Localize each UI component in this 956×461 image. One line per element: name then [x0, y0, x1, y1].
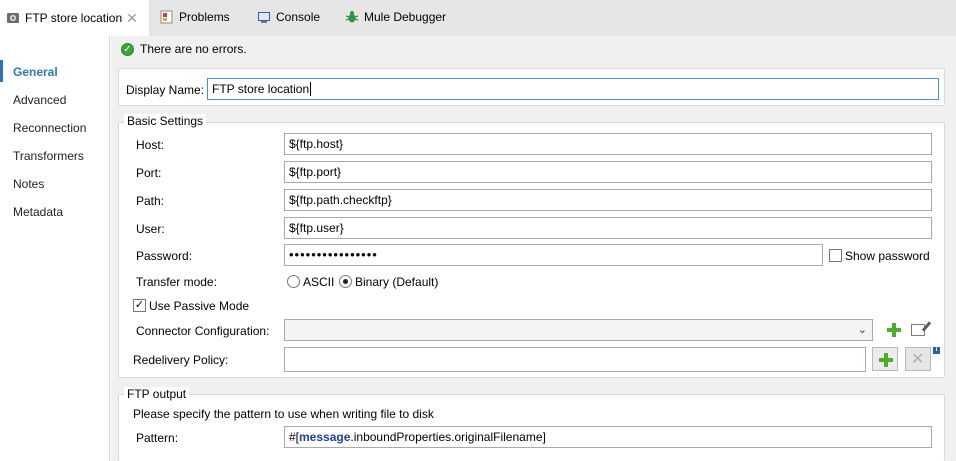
tab-label: FTP store location	[25, 11, 123, 25]
editor-tab-bar: FTP store location ✕ Problems Console Mu…	[0, 0, 956, 36]
add-redelivery-button[interactable]	[872, 347, 898, 371]
pattern-keyword: message	[299, 430, 351, 444]
redelivery-policy-label: Redelivery Policy:	[133, 353, 229, 367]
transfer-mode-label: Transfer mode:	[136, 275, 217, 289]
pattern-prefix: #[	[289, 430, 300, 444]
binary-radio[interactable]	[339, 275, 352, 288]
show-password-checkbox[interactable]	[829, 249, 842, 262]
passive-mode-checkbox[interactable]: ✓	[133, 299, 146, 312]
vertical-scrollbar[interactable]	[946, 36, 956, 461]
properties-nav: General Advanced Reconnection Transforme…	[0, 36, 110, 461]
host-input[interactable]: ${ftp.host}	[284, 133, 932, 155]
nav-item-transformers[interactable]: Transformers	[13, 149, 84, 163]
pattern-label: Pattern:	[136, 431, 179, 445]
display-name-label: Display Name:	[126, 83, 205, 97]
check-ok-icon: ✓	[121, 42, 134, 56]
binary-radio-label: Binary (Default)	[355, 275, 439, 289]
tab-ftp-store-location[interactable]: FTP store location ✕	[0, 0, 149, 36]
close-icon[interactable]: ✕	[126, 10, 138, 27]
password-label: Password:	[136, 249, 193, 263]
ascii-radio-label: ASCII	[303, 275, 335, 289]
nav-item-reconnection[interactable]: Reconnection	[13, 121, 86, 135]
debug-bug-icon	[345, 10, 359, 24]
edit-connector-icon[interactable]	[911, 324, 925, 336]
status-text: There are no errors.	[140, 42, 247, 56]
port-input[interactable]: ${ftp.port}	[284, 161, 932, 183]
path-label: Path:	[136, 194, 165, 208]
ftp-output-title: FTP output	[124, 387, 190, 401]
display-name-value: FTP store location	[212, 82, 310, 96]
add-connector-icon[interactable]	[887, 323, 901, 337]
nav-active-marker	[0, 60, 3, 82]
ftp-endpoint-icon	[6, 11, 20, 25]
info-icon: i	[933, 347, 940, 354]
pattern-suffix: .inboundProperties.originalFilename]	[350, 430, 546, 444]
user-label: User:	[136, 222, 165, 236]
tab-console[interactable]: Console	[257, 0, 320, 33]
nav-item-metadata[interactable]: Metadata	[13, 205, 63, 219]
ascii-radio[interactable]	[287, 275, 300, 288]
ftp-output-description: Please specify the pattern to use when w…	[133, 407, 434, 421]
path-input[interactable]: ${ftp.path.checkftp}	[284, 189, 932, 211]
tab-problems[interactable]: Problems	[160, 0, 230, 33]
basic-settings-title: Basic Settings	[124, 114, 207, 128]
display-name-input[interactable]: FTP store location	[207, 78, 939, 100]
tab-label: Problems	[179, 9, 230, 24]
tab-label: Console	[276, 9, 321, 24]
user-input[interactable]: ${ftp.user}	[284, 217, 932, 239]
pattern-input[interactable]: #[message.inboundProperties.originalFile…	[284, 426, 932, 448]
port-label: Port:	[136, 166, 162, 180]
text-cursor	[310, 82, 312, 96]
tab-label: Mule Debugger	[364, 9, 447, 24]
remove-icon: ✕	[911, 351, 925, 368]
plus-icon	[879, 353, 893, 367]
host-label: Host:	[136, 138, 165, 152]
console-icon	[257, 10, 271, 24]
tab-mule-debugger[interactable]: Mule Debugger	[345, 0, 446, 33]
chevron-down-icon: ⌄	[857, 324, 867, 336]
redelivery-policy-input[interactable]	[284, 347, 866, 372]
nav-item-general[interactable]: General	[13, 65, 58, 79]
nav-item-notes[interactable]: Notes	[13, 177, 44, 191]
passive-mode-label: Use Passive Mode	[149, 299, 250, 313]
validation-status: ✓ There are no errors.	[121, 42, 247, 56]
password-input[interactable]: ••••••••••••••••	[284, 244, 823, 266]
connector-config-select[interactable]: ⌄	[284, 319, 873, 341]
connector-config-label: Connector Configuration:	[136, 324, 270, 338]
problems-icon	[160, 10, 174, 24]
show-password-label: Show password	[845, 249, 930, 263]
remove-redelivery-button[interactable]: ✕	[905, 347, 931, 371]
nav-item-advanced[interactable]: Advanced	[13, 93, 66, 107]
